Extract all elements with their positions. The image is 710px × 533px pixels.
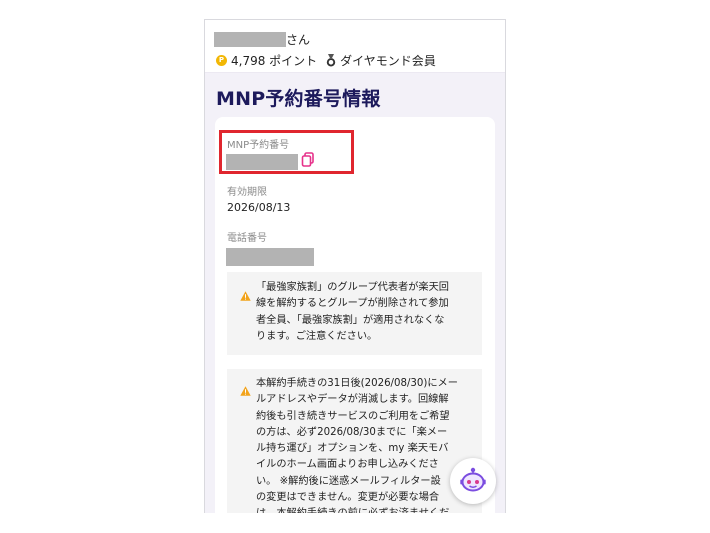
warning-icon <box>240 381 251 396</box>
expiry-label: 有効期限 <box>227 187 267 198</box>
point-coin-icon: P <box>216 54 227 66</box>
medal-icon <box>325 53 337 67</box>
phone-number-label: 電話番号 <box>227 233 267 244</box>
chatbot-button[interactable] <box>450 458 496 504</box>
copy-icon[interactable] <box>301 152 315 167</box>
member-rank: ダイヤモンド会員 <box>340 53 436 68</box>
page-title: MNP予約番号情報 <box>216 88 381 110</box>
notice-text: 「最強家族割」のグループ代表者が楽天回 線を解約するとグループが削除されて参加 … <box>256 282 449 342</box>
points-status: P 4,798 ポイント ダイヤモンド会員 <box>216 52 436 68</box>
warning-icon <box>240 286 251 301</box>
redacted-user-name <box>214 31 286 47</box>
notice-family-discount: 「最強家族割」のグループ代表者が楽天回 線を解約するとグループが削除されて参加 … <box>227 272 482 355</box>
screen-bottom-mask <box>204 513 506 533</box>
user-greeting: さん <box>214 30 310 48</box>
notice-mail-data: 本解約手続きの31日後(2026/08/30)にメー ルアドレスやデータが消滅し… <box>227 369 482 519</box>
points-value: 4,798 ポイント <box>231 53 318 68</box>
user-suffix: さん <box>286 32 311 47</box>
notice-text: 本解約手続きの31日後(2026/08/30)にメー ルアドレスやデータが消滅し… <box>256 378 458 519</box>
redacted-phone-number <box>226 248 314 266</box>
expiry-value: 2026/08/13 <box>227 201 291 214</box>
redacted-mnp-number <box>226 154 298 170</box>
mnp-number-label: MNP予約番号 <box>227 140 290 151</box>
chatbot-icon <box>458 464 488 498</box>
account-header: さん P 4,798 ポイント ダイヤモンド会員 <box>205 20 505 73</box>
